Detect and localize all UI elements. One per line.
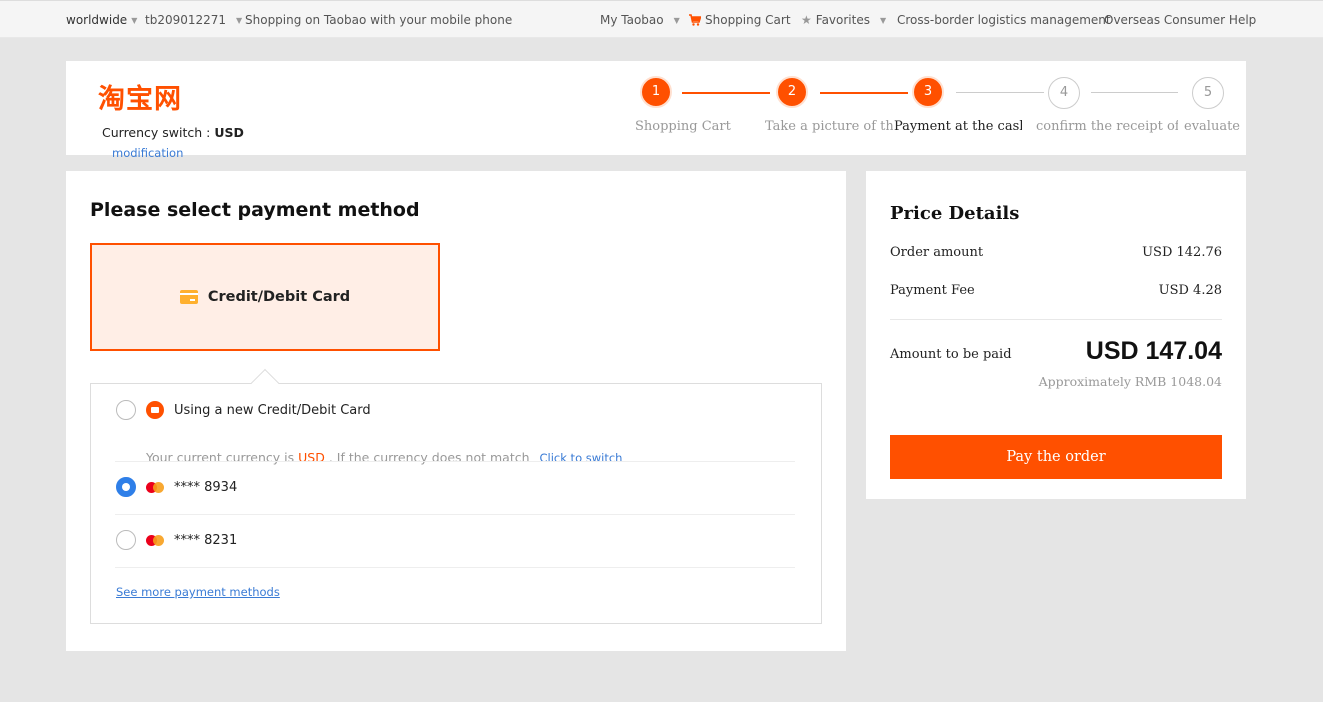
new-card-icon bbox=[146, 401, 164, 419]
saved-card-radio[interactable] bbox=[116, 530, 136, 550]
mastercard-icon bbox=[146, 482, 164, 493]
chevron-down-icon: ▼ bbox=[879, 15, 887, 25]
mobile-shopping-link[interactable]: Shopping on Taobao with your mobile phon… bbox=[245, 13, 512, 27]
order-amount-value: USD 142.76 bbox=[1142, 245, 1222, 260]
username-label: tb209012271 bbox=[145, 13, 227, 27]
amount-to-be-paid-value: USD 147.04 bbox=[1085, 337, 1222, 365]
step-connector bbox=[682, 92, 770, 94]
payment-method-title: Please select payment method bbox=[90, 199, 420, 221]
consumer-help-link[interactable]: Overseas Consumer Help bbox=[1104, 13, 1256, 27]
shopping-cart-label: Shopping Cart bbox=[705, 13, 791, 27]
payment-fee-row: Payment Fee USD 4.28 bbox=[890, 283, 1222, 298]
currency-switch-label: Currency switch : bbox=[102, 125, 211, 140]
step-2-label: Take a picture of the p... bbox=[765, 119, 893, 134]
hint-suffix: . If the currency does not match bbox=[328, 450, 530, 465]
hint-currency: USD bbox=[298, 450, 325, 465]
more-payment-methods-link[interactable]: See more payment methods bbox=[116, 585, 280, 599]
currency-hint: Your current currency is USD . If the cu… bbox=[146, 450, 622, 465]
currency-modification-link[interactable]: modification bbox=[112, 146, 183, 160]
top-navigation-bar: worldwide ▼ tb209012271 ▼ Shopping on Ta… bbox=[0, 0, 1323, 38]
divider bbox=[115, 461, 795, 462]
favorites-label: Favorites bbox=[815, 13, 870, 27]
step-4-circle: 4 bbox=[1048, 77, 1080, 109]
divider bbox=[115, 514, 795, 515]
step-2-circle: 2 bbox=[776, 76, 808, 108]
saved-card-option[interactable]: **** 8231 bbox=[115, 529, 795, 553]
saved-card-label: **** 8934 bbox=[174, 480, 238, 495]
my-taobao-label: My Taobao bbox=[600, 13, 664, 27]
favorites-menu[interactable]: ★ Favorites ▼ bbox=[801, 13, 886, 27]
credit-debit-card-tab-label: Credit/Debit Card bbox=[207, 289, 351, 305]
chevron-down-icon: ▼ bbox=[236, 15, 243, 25]
divider bbox=[115, 567, 795, 568]
credit-debit-card-tab[interactable]: Credit/Debit Card bbox=[90, 243, 440, 351]
price-details-panel: Price Details Order amount USD 142.76 Pa… bbox=[866, 171, 1246, 499]
step-3-circle: 3 bbox=[912, 76, 944, 108]
user-menu[interactable]: tb209012271 ▼ bbox=[145, 13, 242, 27]
saved-card-radio-selected[interactable] bbox=[116, 477, 136, 497]
mastercard-icon bbox=[146, 535, 164, 546]
saved-card-label: **** 8231 bbox=[174, 533, 238, 548]
saved-card-option[interactable]: **** 8934 bbox=[115, 476, 795, 500]
step-5-circle: 5 bbox=[1192, 77, 1224, 109]
order-amount-row: Order amount USD 142.76 bbox=[890, 245, 1222, 260]
region-selector[interactable]: worldwide ▼ bbox=[66, 13, 137, 27]
star-icon: ★ bbox=[801, 13, 812, 27]
payment-fee-label: Payment Fee bbox=[890, 283, 975, 298]
pay-order-button[interactable]: Pay the order bbox=[890, 435, 1222, 479]
payment-fee-value: USD 4.28 bbox=[1158, 283, 1222, 298]
tab-pointer bbox=[250, 368, 280, 398]
approximate-rmb-amount: Approximately RMB 1048.04 bbox=[1038, 374, 1222, 389]
step-3-label: Payment at the cashier bbox=[894, 119, 1022, 134]
new-card-radio[interactable] bbox=[116, 400, 136, 420]
divider bbox=[890, 319, 1222, 320]
taobao-logo[interactable]: 淘宝网 bbox=[98, 77, 182, 116]
step-4-label: confirm the receipt of ... bbox=[1036, 119, 1178, 134]
new-card-label: Using a new Credit/Debit Card bbox=[174, 403, 371, 418]
currency-value: USD bbox=[214, 125, 244, 140]
new-card-option[interactable]: Using a new Credit/Debit Card Your curre… bbox=[115, 400, 795, 465]
step-connector bbox=[1091, 92, 1178, 93]
step-1-circle: 1 bbox=[640, 76, 672, 108]
card-options-box: Using a new Credit/Debit Card Your curre… bbox=[90, 368, 822, 624]
price-details-title: Price Details bbox=[890, 203, 1020, 224]
step-connector bbox=[956, 92, 1044, 93]
step-1-label: Shopping Cart bbox=[635, 119, 731, 134]
step-5-label: evaluate bbox=[1184, 119, 1240, 134]
amount-to-be-paid-label: Amount to be paid bbox=[890, 347, 1012, 362]
logistics-link[interactable]: Cross-border logistics management bbox=[897, 13, 1111, 27]
currency-switch-link[interactable]: Click to switch bbox=[540, 451, 623, 465]
my-taobao-menu[interactable]: My Taobao ▼ bbox=[600, 13, 680, 27]
order-amount-label: Order amount bbox=[890, 245, 984, 260]
cart-icon bbox=[689, 14, 701, 26]
step-connector bbox=[820, 92, 908, 94]
hint-prefix: Your current currency is bbox=[146, 450, 295, 465]
chevron-down-icon: ▼ bbox=[131, 15, 138, 25]
chevron-down-icon: ▼ bbox=[673, 15, 680, 25]
region-label: worldwide bbox=[66, 13, 128, 27]
currency-switch: Currency switch : USD bbox=[102, 125, 244, 140]
page-header: 淘宝网 Currency switch : USD modification 1… bbox=[66, 61, 1246, 160]
payment-method-panel: Please select payment method Credit/Debi… bbox=[66, 171, 846, 651]
credit-card-icon bbox=[179, 290, 198, 304]
shopping-cart-link[interactable]: Shopping Cart bbox=[689, 13, 791, 27]
